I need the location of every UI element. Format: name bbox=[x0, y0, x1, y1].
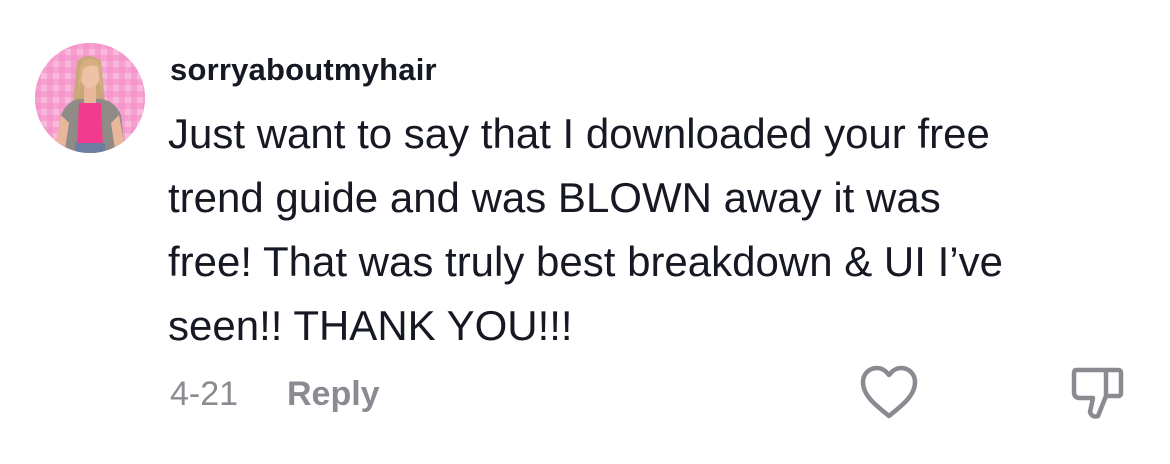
comment-text: Just want to say that I downloaded your … bbox=[168, 102, 1128, 358]
comment-text-line: Just want to say that I downloaded your … bbox=[168, 110, 990, 157]
comment-text-line: free! That was truly best breakdown & UI… bbox=[168, 238, 1003, 285]
comment-text-line: seen!! THANK YOU!!! bbox=[168, 302, 573, 349]
comment-date: 4-21 bbox=[170, 375, 239, 413]
avatar-image bbox=[35, 43, 145, 153]
thumbs-down-outline-icon bbox=[1071, 367, 1124, 419]
comment-text-line: trend guide and was BLOWN away it was bbox=[168, 174, 941, 221]
avatar[interactable] bbox=[35, 43, 145, 153]
reply-button[interactable]: Reply bbox=[287, 375, 380, 414]
comment-username[interactable]: sorryaboutmyhair bbox=[170, 52, 437, 88]
like-button[interactable] bbox=[858, 364, 920, 422]
heart-outline-icon bbox=[860, 365, 918, 419]
comment-item: sorryaboutmyhair Just want to say that I… bbox=[0, 0, 1170, 464]
dislike-button[interactable] bbox=[1066, 364, 1128, 422]
